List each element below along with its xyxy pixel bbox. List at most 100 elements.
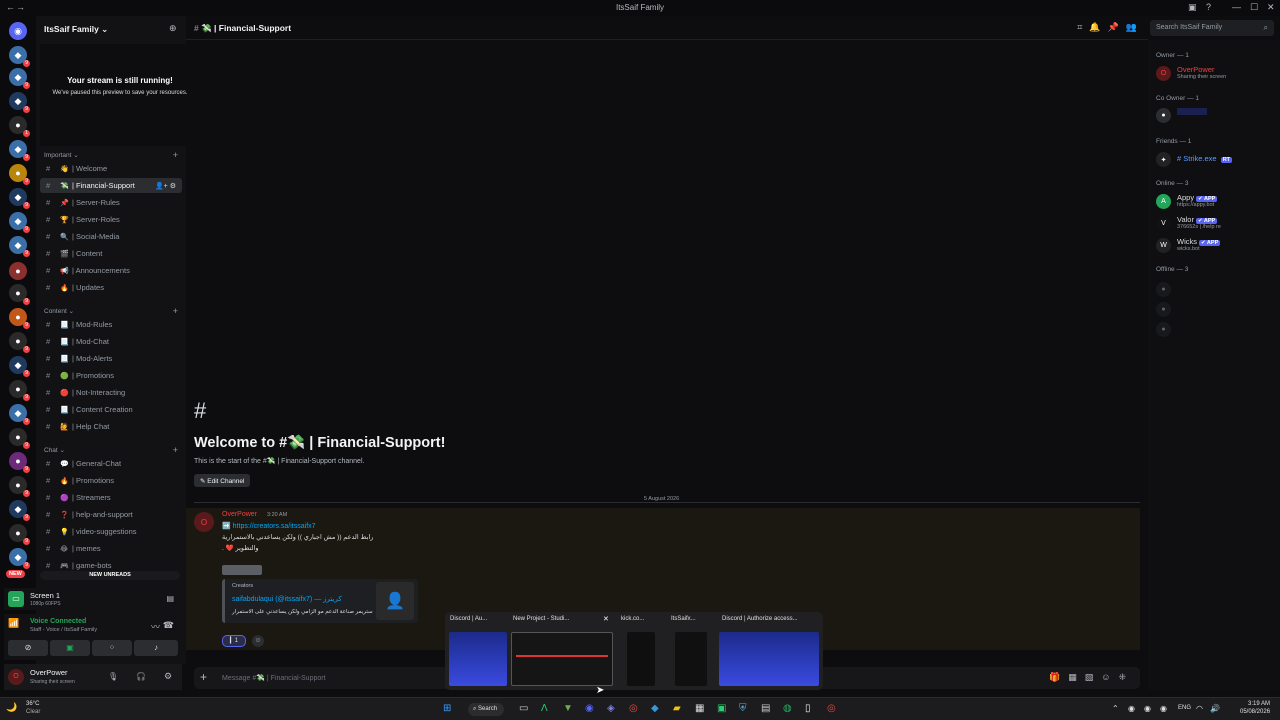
avatar[interactable]: O <box>194 512 214 532</box>
message-input[interactable]: Message #💸 | Financial-Support <box>222 674 326 682</box>
server-icon[interactable]: ◆ 9 <box>9 236 30 257</box>
server-icon[interactable]: ● 9 <box>9 332 30 353</box>
member-item[interactable]: ● <box>1156 106 1276 124</box>
camera-off-button[interactable]: ⊘ <box>8 640 48 656</box>
server-icon[interactable]: ◆ 9 <box>9 140 30 161</box>
app-icon[interactable]: ▣ <box>717 703 726 714</box>
close-icon[interactable]: ✕ <box>1267 2 1275 13</box>
server-icon[interactable]: ● 9 <box>9 380 30 401</box>
search-input[interactable]: Search ItsSaif Family ⌕ <box>1150 20 1274 36</box>
member-item[interactable]: ● <box>1156 300 1276 318</box>
sidebar-channel[interactable]: # 🏆 | Server-Roles <box>40 212 182 227</box>
noise-suppression-icon[interactable]: 〰 <box>151 620 160 633</box>
volume-icon[interactable]: 🔊 <box>1210 704 1220 713</box>
sidebar-channel[interactable]: # 🔴 | Not-Interacting <box>40 385 182 400</box>
sidebar-channel[interactable]: # 🟢 | Promotions <box>40 368 182 383</box>
bell-icon[interactable]: 🔔 <box>1089 22 1107 32</box>
add-reaction-icon[interactable]: ☺ <box>252 635 264 647</box>
server-icon[interactable]: ◆ 9 <box>9 46 30 67</box>
server-icon[interactable]: ● 9 <box>9 308 30 329</box>
embed-title[interactable]: saifabdulaqui (@itssaifx7) — كريترز <box>232 595 342 603</box>
sidebar-channel[interactable]: # 📢 | Announcements <box>40 263 182 278</box>
close-icon[interactable]: ✕ <box>603 615 609 623</box>
sidebar-channel[interactable]: # 📌 | Server-Rules <box>40 195 182 210</box>
sidebar-channel[interactable]: # 🔥 | Updates <box>40 280 182 295</box>
preview-thumbnail[interactable] <box>675 632 707 686</box>
apps-icon[interactable]: ⁜ <box>1118 672 1134 682</box>
message-author[interactable]: OverPower <box>222 511 257 518</box>
tray-app-icon[interactable]: ◉ <box>1128 704 1135 713</box>
clock-time[interactable]: 3:19 AM <box>1248 701 1270 707</box>
channel-settings-icon[interactable]: 👤+ ⚙ <box>155 182 176 190</box>
member-item[interactable]: V Valor ✔ APP 376652s | /help re <box>1156 214 1276 232</box>
server-icon[interactable]: ● 9 <box>9 452 30 473</box>
voice-channel[interactable]: Staff - Voice / ItsSaif Family <box>30 627 97 633</box>
category-chat[interactable]: Chat ⌄ + <box>44 445 178 455</box>
server-icon[interactable]: ◆ 9 <box>9 68 30 89</box>
sidebar-channel[interactable]: # 💬 | General-Chat <box>40 456 182 471</box>
weather-temp[interactable]: 36°C <box>26 701 39 707</box>
tray-chevron-icon[interactable]: ⌃ <box>1112 704 1119 713</box>
add-channel-icon[interactable]: + <box>173 306 178 316</box>
chrome-icon[interactable]: ◎ <box>629 703 638 714</box>
app-icon[interactable]: ◆ <box>651 703 659 714</box>
screen-share-panel[interactable]: ▭ Screen 1 1080p 60FPS ▤ <box>4 588 182 610</box>
sidebar-channel[interactable]: # ❓ | help-and-support <box>40 507 182 522</box>
category-content[interactable]: Content ⌄ + <box>44 306 178 316</box>
preview-title[interactable]: kick.co... <box>621 616 644 622</box>
app-icon[interactable]: ▼ <box>563 703 573 714</box>
calculator-icon[interactable]: ▤ <box>761 703 770 714</box>
member-item[interactable]: ● <box>1156 280 1276 298</box>
teams-icon[interactable]: ◈ <box>607 703 615 714</box>
sidebar-channel[interactable]: # 📃 | Mod-Chat <box>40 334 182 349</box>
discord-home-icon[interactable]: ◉ <box>9 22 27 40</box>
gift-icon[interactable]: 🎁 <box>1049 672 1068 682</box>
server-icon[interactable]: ◆ 9 <box>9 356 30 377</box>
members-icon[interactable]: 👥 <box>1126 22 1144 32</box>
tray-app-icon[interactable]: ◉ <box>1144 704 1151 713</box>
sidebar-channel[interactable]: # 🟣 | Streamers <box>40 490 182 505</box>
server-icon[interactable]: ◆ 9 <box>9 212 30 233</box>
windows-start-icon[interactable]: ⊞ <box>443 703 451 714</box>
plus-icon[interactable]: + <box>200 670 207 684</box>
stream-preview[interactable]: Your stream is still running! We've paus… <box>40 44 200 146</box>
server-icon[interactable]: ● <box>9 262 27 280</box>
reaction-button[interactable]: ▎1 <box>222 635 246 647</box>
server-icon[interactable]: ● 9 <box>9 284 30 305</box>
minimize-icon[interactable]: — <box>1232 2 1241 12</box>
server-icon[interactable]: ◆ 9 <box>9 188 30 209</box>
soundboard-button[interactable]: ♪ <box>134 640 178 656</box>
server-icon[interactable]: ◆ 9 <box>9 92 30 113</box>
sidebar-channel[interactable]: # 👋 | Welcome <box>40 161 182 176</box>
inbox-icon[interactable]: ▣ <box>1188 2 1197 13</box>
sidebar-channel[interactable]: # 🙋 | Help Chat <box>40 419 182 434</box>
gif-icon[interactable]: ▦ <box>1068 672 1085 682</box>
preview-title[interactable]: New Project - Studi... <box>513 616 569 622</box>
member-item[interactable]: ● <box>1156 320 1276 338</box>
folder-icon[interactable]: ▰ <box>673 703 681 714</box>
server-icon[interactable]: ◆ 9 <box>9 500 30 521</box>
sidebar-channel[interactable]: # 💸 | Financial-Support 👤+ ⚙ <box>40 178 182 193</box>
server-icon[interactable]: ◆ 9 <box>9 548 30 569</box>
sidebar-channel[interactable]: # 📃 | Mod-Rules <box>40 317 182 332</box>
chrome-icon[interactable]: ◎ <box>827 703 836 714</box>
network-icon[interactable]: ◠ <box>1196 704 1203 713</box>
add-channel-icon[interactable]: + <box>173 150 178 160</box>
server-name[interactable]: ItsSaif Family ⌄ <box>44 24 108 35</box>
add-channel-icon[interactable]: + <box>173 445 178 455</box>
tray-app-icon[interactable]: ◉ <box>1160 704 1167 713</box>
preview-title[interactable]: Discord | Authorize access... <box>722 616 798 622</box>
emoji-icon[interactable]: ☺ <box>1101 672 1118 682</box>
member-item[interactable]: ✦ # Strike.exe RT <box>1156 150 1276 168</box>
preview-title[interactable]: Discord | Au... <box>450 616 487 622</box>
preview-thumbnail[interactable] <box>449 632 507 686</box>
member-item[interactable]: O OverPower Sharing their screen <box>1156 64 1276 82</box>
taskbar-search[interactable]: ⌕ Search <box>468 703 504 716</box>
server-icon[interactable]: ● 1 <box>9 116 30 137</box>
sidebar-channel[interactable]: # 💡 | video-suggestions <box>40 524 182 539</box>
server-icon[interactable]: ◆ 9 <box>9 404 30 425</box>
disconnect-icon[interactable]: ☎ <box>163 620 174 631</box>
discord-taskbar-icon[interactable]: ◉ <box>585 703 594 714</box>
threads-icon[interactable]: ⌗ <box>1077 22 1089 32</box>
preview-title[interactable]: ItsSaifx... <box>671 616 696 622</box>
